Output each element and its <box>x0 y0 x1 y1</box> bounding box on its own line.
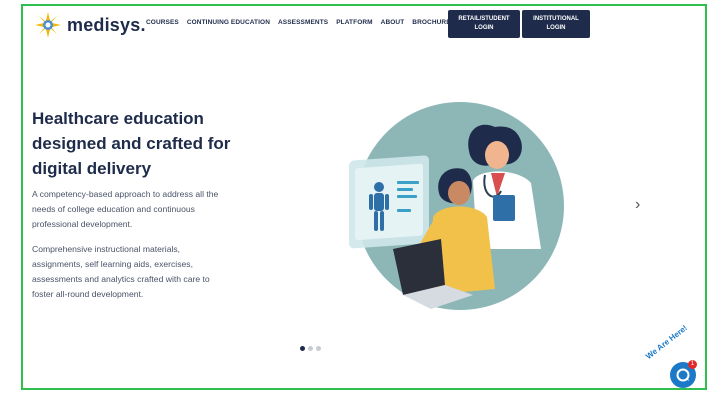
hero-paragraph-1-line: professional development. <box>32 219 133 229</box>
institutional-login-line1: INSTITUTIONAL <box>533 16 579 22</box>
hero-headline: Healthcare education designed and crafte… <box>32 106 272 181</box>
nav-platform[interactable]: PLATFORM <box>336 19 372 26</box>
carousel-dot[interactable] <box>300 346 305 351</box>
hero-headline-line2: designed and crafted for <box>32 134 231 153</box>
sun-logo-icon <box>35 12 61 38</box>
page-frame: medisys. COURSES CONTINUING EDUCATION AS… <box>21 4 707 390</box>
hero-paragraph-1-line: A competency-based approach to address a… <box>32 189 219 199</box>
brand-name: medisys. <box>67 14 146 35</box>
carousel-dots <box>300 346 321 351</box>
retail-login-line1: RETAIL/STUDENT <box>458 16 510 22</box>
hero-paragraph-2: Comprehensive instructional materials, a… <box>32 242 262 302</box>
nav-courses[interactable]: COURSES <box>146 19 179 26</box>
hero-paragraph-2-line: Comprehensive instructional materials, <box>32 244 181 254</box>
hero-paragraph-2-line: foster all-round development. <box>32 289 144 299</box>
chat-bubble-icon <box>676 368 690 382</box>
hero-headline-line3: digital delivery <box>32 159 152 178</box>
hero-headline-line1: Healthcare education <box>32 109 204 128</box>
chat-unread-badge: 1 <box>688 360 697 369</box>
retail-student-login-button[interactable]: RETAIL/STUDENT LOGIN <box>448 10 520 38</box>
institutional-login-button[interactable]: INSTITUTIONAL LOGIN <box>522 10 590 38</box>
carousel-dot[interactable] <box>308 346 313 351</box>
hero-paragraph-2-line: assessments and analytics crafted with c… <box>32 274 210 284</box>
hero-illustration <box>349 102 564 310</box>
main-nav: COURSES CONTINUING EDUCATION ASSESSMENTS… <box>146 19 455 26</box>
brand-logo[interactable]: medisys. <box>35 12 146 38</box>
nav-about[interactable]: ABOUT <box>381 19 405 26</box>
nav-assessments[interactable]: ASSESSMENTS <box>278 19 328 26</box>
chat-tagline: We Are Here! <box>644 323 690 362</box>
carousel-next-arrow-icon[interactable]: › <box>635 196 640 214</box>
carousel-dot[interactable] <box>316 346 321 351</box>
hero-paragraph-1: A competency-based approach to address a… <box>32 187 262 232</box>
hero-paragraph-2-line: assignments, self learning aids, exercis… <box>32 259 193 269</box>
institutional-login-line2: LOGIN <box>546 25 566 31</box>
hero-paragraph-1-line: needs of college education and continuou… <box>32 204 195 214</box>
retail-login-line2: LOGIN <box>474 25 494 31</box>
nav-continuing-education[interactable]: CONTINUING EDUCATION <box>187 19 270 26</box>
